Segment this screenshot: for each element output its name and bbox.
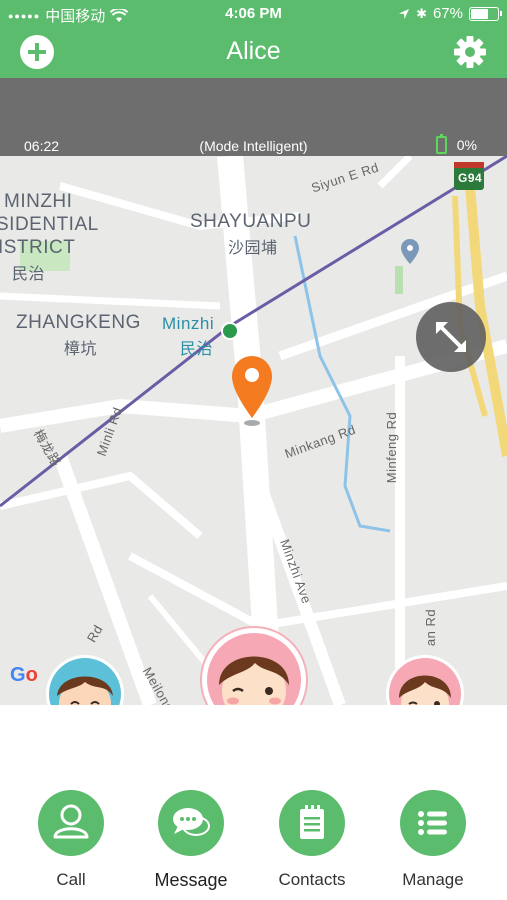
manage-button[interactable]: Manage <box>383 790 483 890</box>
page-title: Alice <box>226 37 281 65</box>
list-icon <box>418 811 447 835</box>
location-arrow-icon <box>399 8 410 19</box>
device-battery-percent: 0% <box>456 137 477 153</box>
map-label: ISTRICT <box>0 237 76 258</box>
expand-map-button[interactable] <box>416 302 486 372</box>
map-view[interactable]: MINZHI SIDENTIAL ISTRICT 民治 SHAYUANPU 沙园… <box>0 156 507 705</box>
highway-shield: G94 <box>458 171 483 185</box>
call-button[interactable]: Call <box>21 790 121 890</box>
action-bar: Call Message Contacts Manage <box>0 705 507 900</box>
gear-icon[interactable] <box>453 35 487 69</box>
app-header: Alice <box>0 28 507 78</box>
map-label: 樟坑 <box>64 341 98 358</box>
contacts-button[interactable]: Contacts <box>262 790 362 890</box>
contacts-label: Contacts <box>278 870 346 889</box>
chat-bubbles-icon <box>173 808 210 836</box>
clipboard-icon <box>300 805 324 839</box>
device-battery-icon <box>435 134 447 154</box>
message-label: Message <box>154 870 228 890</box>
map-label: MINZHI <box>4 191 73 212</box>
device-info-bar: 06:22 (Mode Intelligent) 0% <box>0 78 507 156</box>
map-label: Minzhi <box>162 314 215 333</box>
battery-percent: 67% <box>432 5 463 22</box>
battery-icon <box>469 6 502 21</box>
map-label: 民治 <box>12 266 46 283</box>
person-icon <box>53 804 89 839</box>
map-label: SHAYUANPU <box>190 211 312 232</box>
expand-arrows-icon <box>436 322 466 352</box>
bluetooth-icon: ✱ <box>416 5 427 21</box>
call-label: Call <box>56 870 86 889</box>
map-label: 民治 <box>180 341 214 358</box>
manage-label: Manage <box>402 870 464 889</box>
status-bar: ●●●●● 中国移动 4:06 PM ✱ 67% <box>0 0 507 28</box>
map-label: ZHANGKENG <box>16 312 141 333</box>
map-label: 沙园埔 <box>228 240 278 257</box>
map-label: Minfeng Rd <box>384 411 400 484</box>
message-button[interactable]: Message <box>141 790 241 891</box>
mode-label: (Mode Intelligent) <box>199 138 308 154</box>
google-logo: Go <box>10 664 38 686</box>
map-label: an Rd <box>423 608 439 647</box>
map-label: SIDENTIAL <box>0 214 99 235</box>
